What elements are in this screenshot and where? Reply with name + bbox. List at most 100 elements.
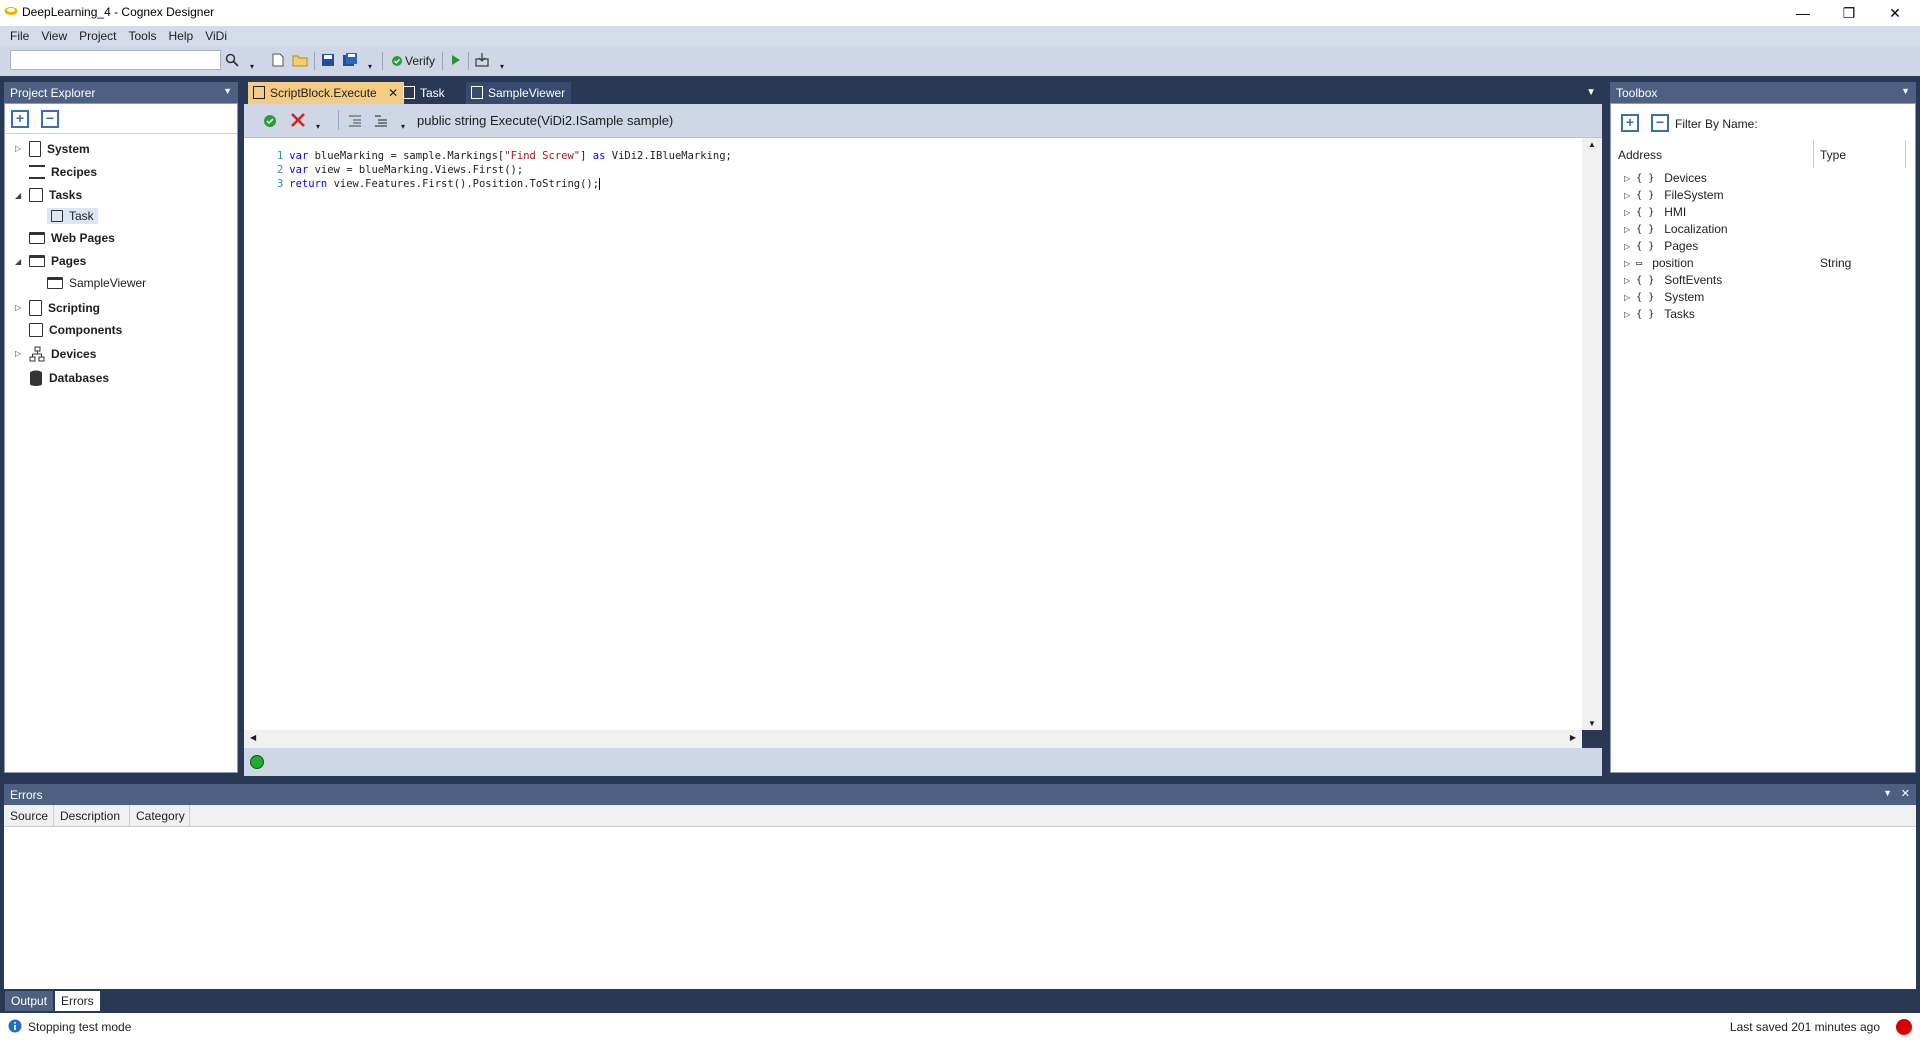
- column-header-description[interactable]: Description: [54, 805, 130, 827]
- save-all-icon[interactable]: [342, 52, 358, 68]
- horizontal-scrollbar[interactable]: ◀ ▶: [244, 730, 1582, 748]
- filter-input[interactable]: [1758, 112, 1910, 136]
- tree-item-scripting[interactable]: Scripting: [29, 300, 100, 316]
- tab-label: SampleViewer: [488, 86, 566, 100]
- new-file-icon[interactable]: [270, 52, 286, 68]
- format-icon[interactable]: [374, 114, 388, 128]
- tree-item-label: Task: [69, 209, 94, 223]
- toolbox-row[interactable]: ▷ { } Localization: [1624, 222, 1728, 236]
- toolbox-row[interactable]: ▷ { } SoftEvents: [1624, 273, 1722, 287]
- expand-all-icon[interactable]: +: [1621, 114, 1639, 132]
- expand-arrow-icon[interactable]: ▷: [1624, 259, 1630, 268]
- tab-task[interactable]: Task: [398, 82, 451, 104]
- deploy-icon[interactable]: [474, 52, 490, 68]
- toolbox-row[interactable]: ▷ { } Pages: [1624, 239, 1698, 253]
- toolbox-row[interactable]: ▷ { } Tasks: [1624, 307, 1695, 321]
- expand-arrow-icon[interactable]: ▷: [1624, 191, 1630, 200]
- column-header-address[interactable]: Address: [1612, 140, 1814, 168]
- search-icon[interactable]: [224, 52, 240, 68]
- tab-overflow-icon[interactable]: ▼: [1586, 87, 1596, 98]
- check-icon[interactable]: [264, 115, 276, 127]
- scroll-left-icon[interactable]: ◀: [250, 733, 256, 742]
- tree-item-databases[interactable]: Databases: [29, 370, 109, 386]
- panel-menu-icon[interactable]: ▼: [1901, 86, 1910, 96]
- tree-item-label: Web Pages: [51, 231, 115, 245]
- save-icon[interactable]: [320, 52, 336, 68]
- close-panel-icon[interactable]: ✕: [1901, 787, 1910, 800]
- verify-button[interactable]: Verify: [392, 54, 435, 68]
- panel-menu-icon[interactable]: ▼: [223, 86, 232, 96]
- collapse-all-icon[interactable]: −: [1651, 114, 1669, 132]
- menu-file[interactable]: File: [4, 29, 35, 43]
- code-editor[interactable]: 1 var blueMarking = sample.Markings["Find…: [244, 138, 1582, 730]
- tree-item-recipes[interactable]: Recipes: [29, 165, 97, 179]
- collapse-all-icon[interactable]: −: [41, 110, 59, 128]
- expand-arrow-icon[interactable]: ▷: [1624, 242, 1630, 251]
- expand-arrow-icon[interactable]: ▷: [1624, 293, 1630, 302]
- minimize-button[interactable]: —: [1780, 0, 1826, 26]
- tree-item-system[interactable]: System: [29, 141, 90, 157]
- collapse-arrow-icon[interactable]: ◢: [15, 191, 21, 200]
- page-icon: [471, 86, 483, 99]
- tab-scriptblock-execute[interactable]: ScriptBlock.Execute ✕: [248, 82, 405, 104]
- expand-arrow-icon[interactable]: ▷: [15, 144, 21, 153]
- tree-item-sampleviewer[interactable]: SampleViewer: [47, 276, 146, 290]
- chevron-down-icon[interactable]: ▾: [401, 122, 405, 131]
- expand-arrow-icon[interactable]: ▷: [15, 303, 21, 312]
- expand-arrow-icon[interactable]: ▷: [1624, 310, 1630, 319]
- tree-item-task[interactable]: Task: [47, 208, 98, 224]
- column-header-source[interactable]: Source: [4, 805, 54, 827]
- column-header-category[interactable]: Category: [130, 805, 190, 827]
- column-header-type[interactable]: Type: [1814, 140, 1906, 168]
- tab-output[interactable]: Output: [5, 991, 54, 1011]
- search-input[interactable]: [10, 50, 221, 70]
- tab-sampleviewer[interactable]: SampleViewer: [466, 82, 572, 104]
- toolbox-row[interactable]: ▷ { } FileSystem: [1624, 188, 1724, 202]
- expand-arrow-icon[interactable]: ▷: [1624, 276, 1630, 285]
- namespace-icon: { }: [1636, 308, 1655, 320]
- tab-label: Task: [420, 86, 445, 100]
- chevron-down-icon[interactable]: ▾: [362, 58, 378, 74]
- menu-project[interactable]: Project: [73, 29, 122, 43]
- code-line: 3 return view.Features.First().Position.T…: [244, 166, 601, 202]
- menu-tools[interactable]: Tools: [123, 29, 163, 43]
- tree-item-devices[interactable]: Devices: [29, 346, 96, 362]
- chevron-down-icon[interactable]: ▾: [494, 58, 510, 74]
- code-token: as: [592, 150, 606, 162]
- cancel-icon[interactable]: [290, 112, 306, 128]
- scroll-up-icon[interactable]: ▲: [1588, 140, 1596, 149]
- code-token: return: [289, 178, 334, 190]
- webpages-icon: [29, 232, 45, 244]
- toolbox-row[interactable]: ▷ { } HMI: [1624, 205, 1686, 219]
- scroll-down-icon[interactable]: ▼: [1588, 719, 1596, 728]
- expand-all-icon[interactable]: +: [11, 110, 29, 128]
- menu-vidi[interactable]: ViDi: [199, 29, 233, 43]
- expand-arrow-icon[interactable]: ▷: [1624, 174, 1630, 183]
- toolbox-panel: + − Filter By Name:: [1610, 103, 1916, 773]
- close-tab-icon[interactable]: ✕: [388, 86, 398, 100]
- tree-item-tasks[interactable]: Tasks: [29, 188, 82, 202]
- toolbox-row[interactable]: ▷ { } System: [1624, 290, 1704, 304]
- collapse-arrow-icon[interactable]: ◢: [15, 257, 21, 266]
- close-button[interactable]: ✕: [1872, 0, 1918, 26]
- tree-item-web-pages[interactable]: Web Pages: [29, 231, 115, 245]
- chevron-down-icon[interactable]: ▾: [244, 58, 260, 74]
- indent-icon[interactable]: [348, 114, 362, 128]
- panel-menu-icon[interactable]: ▼: [1883, 788, 1892, 798]
- vertical-scrollbar[interactable]: ▲ ▼: [1582, 138, 1602, 730]
- restore-button[interactable]: ❐: [1826, 0, 1872, 26]
- chevron-down-icon[interactable]: ▾: [316, 122, 320, 131]
- tab-errors[interactable]: Errors: [55, 991, 100, 1011]
- play-icon[interactable]: [448, 52, 464, 68]
- toolbox-row[interactable]: ▷ ▭ position: [1624, 256, 1694, 270]
- menu-view[interactable]: View: [35, 29, 73, 43]
- tree-item-components[interactable]: Components: [29, 323, 122, 337]
- menu-help[interactable]: Help: [163, 29, 200, 43]
- expand-arrow-icon[interactable]: ▷: [1624, 225, 1630, 234]
- scroll-right-icon[interactable]: ▶: [1570, 733, 1576, 742]
- toolbox-row[interactable]: ▷ { } Devices: [1624, 171, 1707, 185]
- tree-item-pages[interactable]: Pages: [29, 254, 86, 268]
- open-folder-icon[interactable]: [292, 52, 308, 68]
- expand-arrow-icon[interactable]: ▷: [1624, 208, 1630, 217]
- expand-arrow-icon[interactable]: ▷: [15, 349, 21, 358]
